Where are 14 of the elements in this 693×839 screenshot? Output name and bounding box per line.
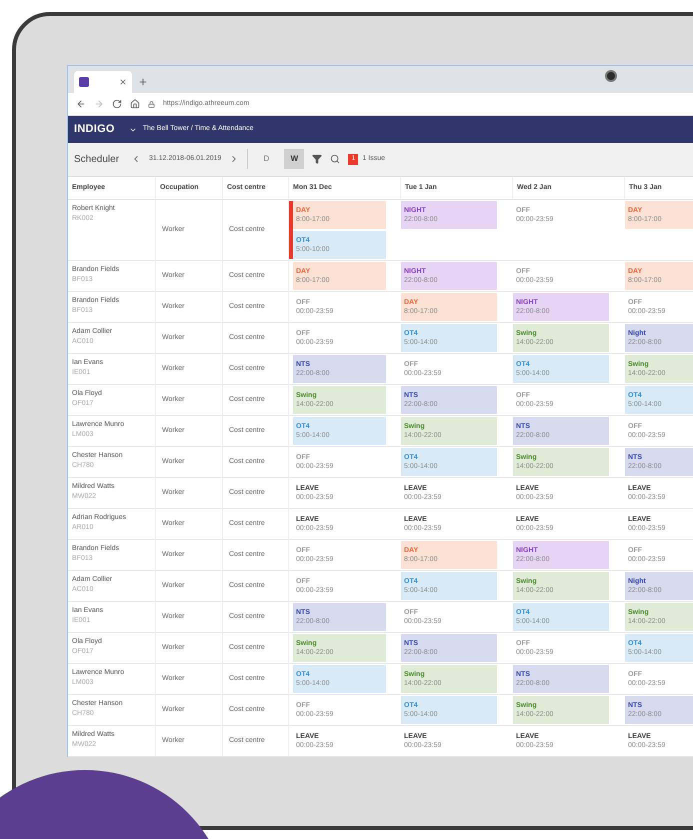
lock-icon [148,100,155,108]
browser-tab[interactable] [74,71,132,94]
close-icon[interactable] [119,78,127,86]
reload-icon[interactable] [112,99,122,110]
app-logo[interactable]: INDIGO [74,121,115,138]
home-icon[interactable] [130,99,140,110]
view-toggle[interactable]: W [284,149,304,170]
view-toggle[interactable]: D [256,149,276,170]
page-title: Scheduler [74,152,120,167]
new-tab-icon[interactable] [138,77,148,88]
filter-icon[interactable] [312,154,322,164]
back-icon[interactable] [76,99,86,110]
app-favicon-icon [79,77,89,88]
search-icon[interactable] [330,154,340,164]
